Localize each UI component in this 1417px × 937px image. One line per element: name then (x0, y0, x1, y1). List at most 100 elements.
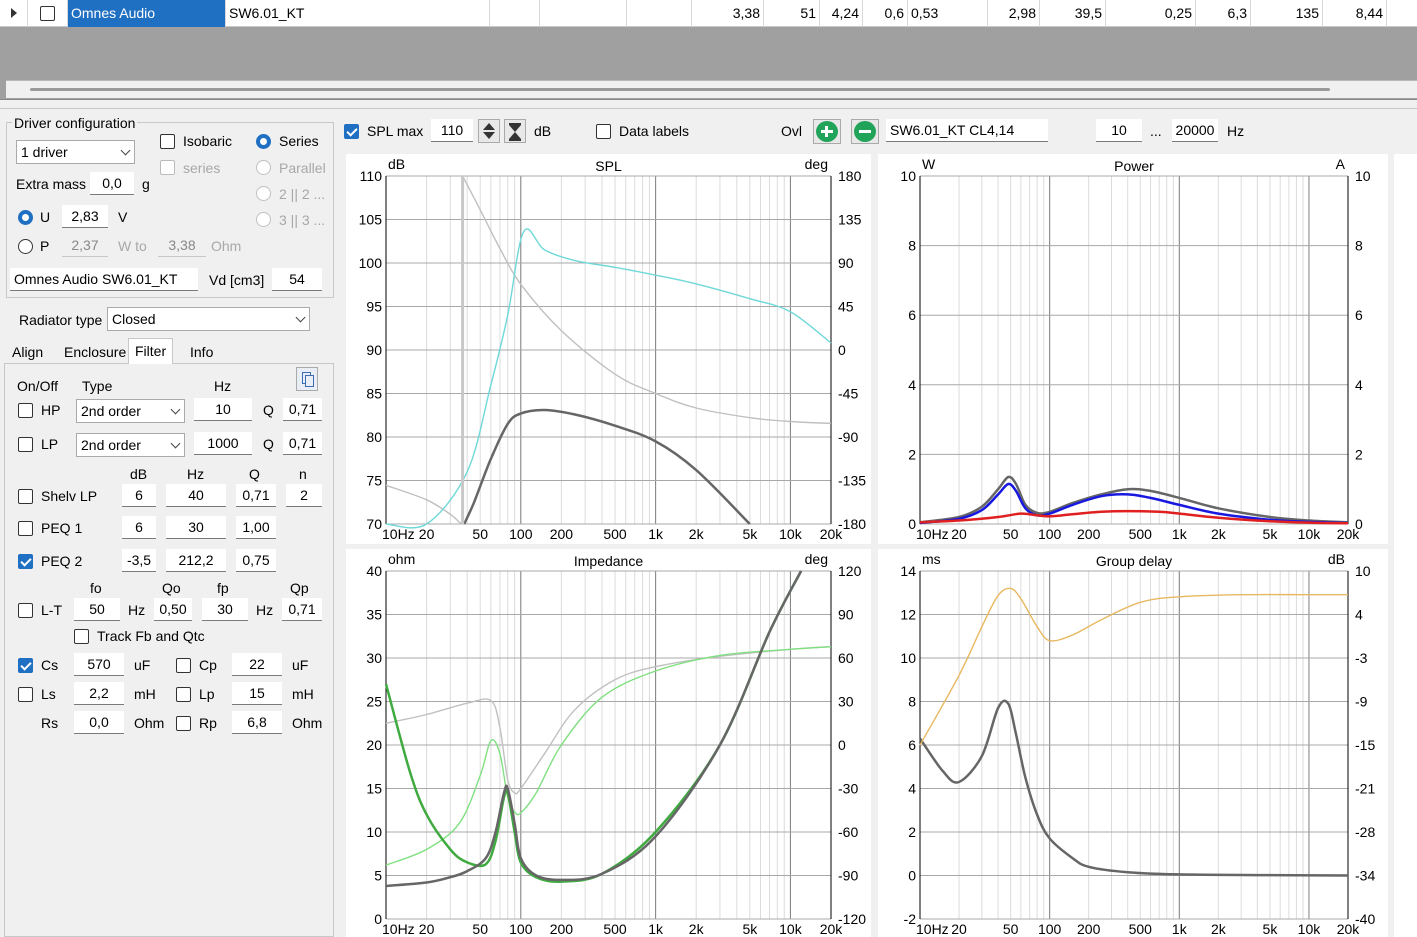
voltage-radio[interactable] (18, 210, 33, 225)
value-cell[interactable]: 8,44 (1323, 0, 1387, 27)
lt-fp-input[interactable]: 30 (202, 598, 248, 621)
y-tick-label: 75 (366, 473, 382, 489)
cp-checkbox[interactable] (176, 658, 191, 673)
value-cell[interactable]: 2,98 (988, 0, 1040, 27)
horizontal-scrollbar[interactable] (6, 80, 1417, 98)
peq1-checkbox[interactable] (18, 521, 33, 536)
radiator-type-dropdown[interactable]: Closed (107, 307, 310, 331)
row-select-cell[interactable] (28, 0, 68, 27)
copy-icon[interactable] (296, 367, 318, 391)
drivers-dropdown[interactable]: 1 driver (16, 140, 135, 164)
rp-checkbox[interactable] (176, 716, 191, 731)
ls-input[interactable]: 2,2 (74, 682, 124, 705)
lp-coil-checkbox[interactable] (176, 687, 191, 702)
y-tick-label: 10 (366, 824, 382, 840)
lt-qp-input[interactable]: 0,71 (282, 598, 322, 621)
vd-input[interactable]: 54 (272, 268, 322, 291)
value-cell[interactable]: 4,24 (820, 0, 863, 27)
shelv-lp-checkbox[interactable] (18, 489, 33, 504)
peq2-checkbox[interactable] (18, 554, 33, 569)
value-cell[interactable]: 3,38 (692, 0, 764, 27)
peq2-q-input[interactable]: 0,75 (236, 549, 276, 572)
tab-align[interactable]: Align (6, 340, 49, 364)
overlay-name-field[interactable]: SW6.01_KT CL4,14 (886, 119, 1048, 142)
spin-updown-icon[interactable] (478, 119, 500, 143)
cp-input[interactable]: 22 (232, 653, 282, 676)
hp-hz-input[interactable]: 10 (194, 398, 252, 421)
parallel-radio[interactable] (256, 160, 271, 175)
data-labels-checkbox[interactable] (596, 124, 611, 139)
power-input[interactable]: 2,37 (62, 234, 108, 257)
lt-fo-input[interactable]: 50 (74, 598, 120, 621)
peq1-hz-input[interactable]: 30 (166, 516, 226, 539)
row-expander[interactable] (0, 0, 28, 27)
2-2-radio[interactable] (256, 186, 271, 201)
power-ohm-input[interactable]: 3,38 (158, 234, 206, 257)
shelv-n-input[interactable]: 2 (286, 484, 322, 507)
power-radio[interactable] (18, 239, 33, 254)
track-fb-checkbox[interactable] (74, 629, 89, 644)
table-row[interactable]: Omnes Audio SW6.01_KT 3,38 51 4,24 0,6 0… (0, 0, 1417, 27)
driver-name-field[interactable]: Omnes Audio SW6.01_KT (10, 268, 198, 291)
freq-max-input[interactable]: 20000 (1172, 119, 1218, 142)
x-tick-label: 50 (1003, 921, 1019, 937)
group-delay-chart[interactable]: 14 12 10 8 6 4 2 0 -2 10 4 -3 -9 -15 -21 -28 -34 -40 10Hz 2… (878, 549, 1388, 937)
peq1-db-input[interactable]: 6 (122, 516, 156, 539)
tab-filter[interactable]: Filter (128, 338, 174, 364)
shelv-db-input[interactable]: 6 (122, 484, 156, 507)
lp-q-input[interactable]: 0,71 (283, 432, 322, 455)
spl-max-input[interactable]: 110 (431, 119, 473, 142)
brand-cell[interactable]: Omnes Audio (68, 0, 226, 27)
value-cell[interactable]: 39,5 (1040, 0, 1106, 27)
lt-qo-input[interactable]: 0,50 (154, 598, 192, 621)
remove-overlay-button[interactable] (851, 119, 879, 144)
model-cell[interactable]: SW6.01_KT (226, 0, 490, 27)
splitter[interactable] (0, 100, 1417, 109)
rs-input[interactable]: 0,0 (74, 711, 124, 734)
tab-info[interactable]: Info (184, 340, 219, 364)
shelv-hz-input[interactable]: 40 (166, 484, 226, 507)
empty-cell[interactable] (540, 0, 627, 27)
peq1-q-input[interactable]: 1,00 (236, 516, 276, 539)
rp-input[interactable]: 6,8 (232, 711, 282, 734)
row-checkbox[interactable] (40, 6, 55, 21)
extra-mass-input[interactable]: 0,0 (90, 172, 134, 195)
voltage-input[interactable]: 2,83 (62, 205, 108, 228)
spl-chart[interactable]: 110 105 100 95 90 85 80 75 70 180 135 90 45 0 -45 -90 -1… (346, 154, 871, 544)
ls-checkbox[interactable] (18, 687, 33, 702)
y-tick-label: -2 (904, 911, 917, 927)
lp-coil-input[interactable]: 15 (232, 682, 282, 705)
power-chart[interactable]: 10 8 6 4 2 0 10 8 6 4 2 0 10Hz 20 50 100 200 500 1k 2k 5k 10k… (878, 154, 1388, 544)
hp-type-dropdown[interactable]: 2nd order (76, 399, 185, 423)
empty-cell[interactable] (627, 0, 692, 27)
impedance-chart[interactable]: 40 35 30 25 20 15 10 5 0 120 90 60 30 0 -30 -60 -90 -120 1… (346, 549, 871, 937)
lt-checkbox[interactable] (18, 603, 33, 618)
cs-input[interactable]: 570 (74, 653, 124, 676)
peq2-hz-input[interactable]: 212,2 (166, 549, 226, 572)
freq-min-input[interactable]: 10 (1096, 119, 1142, 142)
tab-enclosure[interactable]: Enclosure (58, 340, 132, 364)
shelv-q-input[interactable]: 0,71 (236, 484, 276, 507)
cs-checkbox[interactable] (18, 658, 33, 673)
lp-hz-input[interactable]: 1000 (194, 432, 252, 455)
value-cell[interactable]: 0,25 (1106, 0, 1196, 27)
lp-checkbox[interactable] (18, 437, 33, 452)
fit-range-icon[interactable] (504, 119, 526, 143)
3-3-radio[interactable] (256, 212, 271, 227)
empty-cell[interactable] (490, 0, 540, 27)
hp-checkbox[interactable] (18, 403, 33, 418)
isobaric-checkbox[interactable] (160, 134, 175, 149)
value-cell[interactable]: 6,3 (1196, 0, 1251, 27)
value-cell[interactable]: 135 (1251, 0, 1323, 27)
value-cell[interactable]: 0,53 (908, 0, 988, 27)
spl-max-checkbox[interactable] (344, 124, 359, 139)
value-cell[interactable]: 51 (764, 0, 820, 27)
hp-q-input[interactable]: 0,71 (283, 398, 322, 421)
add-overlay-button[interactable] (813, 119, 841, 144)
lp-type-dropdown[interactable]: 2nd order (76, 433, 185, 457)
series-sub-checkbox[interactable] (160, 160, 175, 175)
series-radio[interactable] (256, 134, 271, 149)
value-cell[interactable]: 0,6 (863, 0, 908, 27)
peq2-db-input[interactable]: -3,5 (122, 549, 156, 572)
scrollbar-thumb[interactable] (30, 88, 1330, 91)
